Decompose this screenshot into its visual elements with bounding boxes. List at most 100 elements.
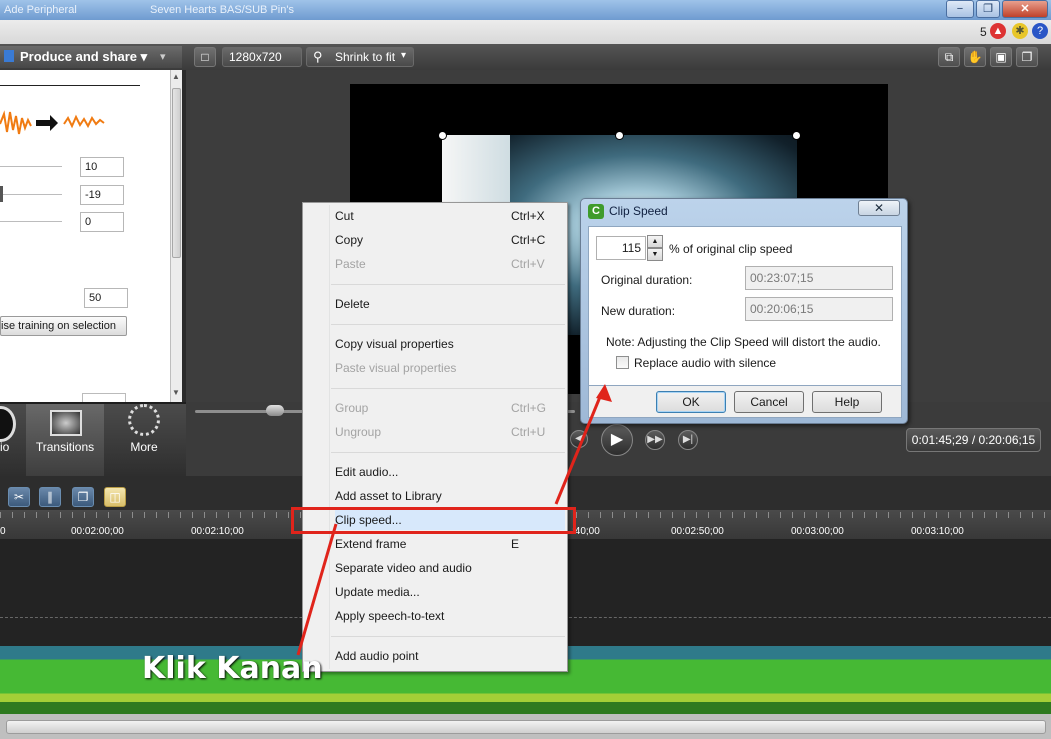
noise-training-button[interactable]: ise training on selection (0, 316, 127, 336)
slider-track[interactable] (0, 221, 62, 222)
cut-icon[interactable]: ✂ (8, 487, 30, 507)
menu-item-paste[interactable]: Paste Ctrl+V (335, 254, 565, 274)
title-tab[interactable]: Seven Hearts BAS/SUB Pin's (150, 4, 294, 18)
menu-shortcut: Ctrl+X (511, 209, 545, 223)
crop-icon[interactable]: ⧉ (938, 47, 960, 67)
hand-icon[interactable]: ✋ (964, 47, 986, 67)
menu-item-add-asset-to-library[interactable]: Add asset to Library (335, 486, 565, 506)
menu-item-cut[interactable]: Cut Ctrl+X (335, 206, 565, 226)
tab-audio[interactable]: io (0, 402, 24, 476)
menu-shortcut: Ctrl+U (511, 425, 546, 439)
dialog-close-button[interactable]: ✕ (858, 200, 900, 216)
menu-item-ungroup[interactable]: Ungroup Ctrl+U (335, 422, 565, 442)
close-button[interactable]: ✕ (1002, 0, 1048, 18)
play-icon[interactable]: ▶ (601, 424, 633, 456)
scroll-thumb[interactable] (6, 720, 1046, 734)
noise-removal-waveform-icon (0, 110, 105, 135)
menu-item-label: Paste visual properties (335, 361, 457, 375)
rewind-icon[interactable]: ◀ (570, 430, 588, 448)
chevron-down-icon: ▾ (401, 50, 407, 61)
help-icon[interactable]: ? (1032, 23, 1048, 39)
menu-item-label: Update media... (335, 585, 420, 599)
menu-item-delete[interactable]: Delete (335, 294, 565, 314)
menu-separator (331, 284, 565, 285)
produce-and-share-button[interactable]: Produce and share ▾ (0, 46, 182, 68)
panel-menu-icon[interactable]: ▾ (160, 50, 166, 63)
slider-track[interactable] (0, 194, 62, 195)
tick-label: 00:02:10;00 (191, 526, 244, 537)
resize-handle[interactable] (792, 131, 801, 140)
menu-item-extend-frame[interactable]: Extend frame E (335, 534, 565, 554)
context-menu: Cut Ctrl+X Copy Ctrl+C Paste Ctrl+V Delete … (302, 202, 568, 672)
timecode-display: 0:01:45;29 / 0:20:06;15 (906, 428, 1041, 452)
resize-handle[interactable] (615, 131, 624, 140)
scroll-down-icon[interactable]: ▼ (172, 388, 180, 397)
search-icon: ⚲ (313, 49, 323, 64)
fast-forward-icon[interactable]: ▶▶ (645, 430, 665, 450)
ok-button[interactable]: OK (656, 391, 726, 413)
menu-item-group[interactable]: Group Ctrl+G (335, 398, 565, 418)
scroll-up-icon[interactable]: ▲ (172, 72, 180, 81)
menu-shortcut: Ctrl+G (511, 401, 547, 415)
resize-handle[interactable] (438, 131, 447, 140)
menu-shortcut: Ctrl+C (511, 233, 546, 247)
clip-speed-highlight (291, 507, 576, 534)
menu-gutter (329, 205, 330, 669)
tick-label: 00:02:50;00 (671, 526, 724, 537)
slider-track[interactable] (0, 166, 62, 167)
menu-separator (331, 452, 565, 453)
help-button[interactable]: Help (812, 391, 882, 413)
replace-audio-checkbox[interactable] (616, 356, 629, 369)
canvas-size-icon[interactable]: □ (194, 47, 216, 67)
lightbulb-icon[interactable]: ✱ (1012, 23, 1028, 39)
divider (0, 85, 140, 86)
cancel-button[interactable]: Cancel (734, 391, 804, 413)
panel-scrollbar[interactable]: ▲ ▼ (170, 70, 182, 402)
window-title-bar: Ade Peripheral Seven Hearts BAS/SUB Pin'… (0, 0, 1051, 20)
minimize-button[interactable]: − (946, 0, 974, 18)
bell-icon[interactable]: ▲ (990, 23, 1006, 39)
menu-item-separate-video-and-audio[interactable]: Separate video and audio (335, 558, 565, 578)
speed-input[interactable]: 115 (596, 236, 646, 260)
slider-thumb[interactable] (0, 186, 3, 202)
resolution-dropdown[interactable]: 1280x720 (222, 47, 302, 67)
tab-transitions[interactable]: Transitions (26, 402, 104, 476)
menu-shortcut: E (511, 537, 520, 551)
menu-item-label: Add audio point (335, 649, 419, 663)
noise-sensitivity-field[interactable]: 50 (84, 288, 128, 308)
scroll-thumb[interactable] (172, 88, 181, 258)
paste-icon[interactable]: ◫ (104, 487, 126, 507)
menu-item-edit-audio[interactable]: Edit audio... (335, 462, 565, 482)
menu-item-update-media[interactable]: Update media... (335, 582, 565, 602)
menu-item-label: Copy visual properties (335, 337, 454, 351)
spin-up-icon[interactable]: ▲ (647, 235, 663, 248)
tab-more[interactable]: More (106, 402, 182, 476)
fullscreen-icon[interactable]: ▣ (990, 47, 1012, 67)
menu-item-apply-speech-to-text[interactable]: Apply speech-to-text (335, 606, 565, 626)
spin-down-icon[interactable]: ▼ (647, 248, 663, 261)
menu-item-copy-visual-properties[interactable]: Copy visual properties (335, 334, 565, 354)
next-icon[interactable]: ▶| (678, 430, 698, 450)
tick-label: 00:03:10;00 (911, 526, 964, 537)
split-icon[interactable]: ∥ (39, 487, 61, 507)
param-field[interactable]: 0 (80, 212, 124, 232)
chevron-down-icon: ▾ (140, 49, 148, 64)
seek-knob[interactable] (266, 405, 284, 416)
transitions-icon (50, 410, 82, 436)
detach-icon[interactable]: ❐ (1016, 47, 1038, 67)
param-field[interactable]: -19 (80, 185, 124, 205)
menu-item-label: Delete (335, 297, 370, 311)
menu-item-copy[interactable]: Copy Ctrl+C (335, 230, 565, 250)
title-tab[interactable]: Ade Peripheral (4, 4, 77, 18)
tab-label: More (130, 440, 158, 454)
main-toolbar: Produce and share ▾ ▾ □ 1280x720 Shrink … (0, 44, 1051, 70)
more-icon (128, 404, 160, 436)
param-field[interactable]: 10 (80, 157, 124, 177)
tick-label: 00:03:00;00 (791, 526, 844, 537)
menu-item-label: Add asset to Library (335, 489, 442, 503)
restore-button[interactable]: ❐ (976, 0, 1000, 18)
menu-item-paste-visual-properties[interactable]: Paste visual properties (335, 358, 565, 378)
menu-separator (331, 636, 565, 637)
copy-icon[interactable]: ❐ (72, 487, 94, 507)
menu-item-add-audio-point[interactable]: Add audio point (335, 646, 565, 666)
